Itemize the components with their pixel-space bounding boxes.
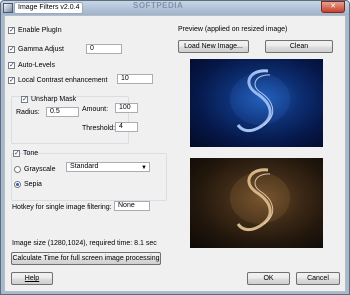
local-contrast-input[interactable]: 10 [117,74,153,84]
enable-plugin-label: Enable PlugIn [18,27,62,34]
sepia-radio[interactable] [14,181,21,188]
radius-label: Radius: [16,109,40,116]
tone-checkbox[interactable]: ✓ [13,150,20,157]
preview-original-image [190,59,323,147]
gamma-adjust-checkbox[interactable]: ✓ [8,46,15,53]
grayscale-label: Grayscale [24,166,56,173]
swirl-graphic [230,69,290,133]
threshold-label: Threshold: [82,125,116,132]
local-contrast-label: Local Contrast enhancement [18,77,108,84]
amount-label: Amount: [82,106,109,113]
ok-button[interactable]: OK [247,272,290,285]
clean-button[interactable]: Clean [265,40,333,53]
enable-plugin-checkbox[interactable]: ✓ [8,27,15,34]
image-filters-window: Image Filters v2.0.4 SOFTPEDIA ✕ ✓ Enabl… [0,0,350,295]
ok-button-label: OK [263,275,274,282]
tone-mode-select[interactable]: Standard ▼ [66,162,150,172]
tone-group [11,153,167,201]
status-text: Image size (1280,1024), required time: 8… [12,240,157,247]
dialog-client: ✓ Enable PlugIn ✓ Gamma Adjust 0 ✓ Auto-… [4,15,346,292]
local-contrast-checkbox[interactable]: ✓ [8,77,15,84]
grayscale-radio[interactable] [14,166,21,173]
help-button-label: Help [24,275,40,282]
threshold-input[interactable]: 4 [115,122,138,132]
amount-input[interactable]: 100 [115,103,138,113]
preview-label: Preview (applied on resized image) [178,26,288,33]
load-new-image-label: Load New Image... [184,43,243,50]
tone-mode-value: Standard [70,163,99,170]
window-title: Image Filters v2.0.4 [14,2,84,14]
auto-levels-label: Auto-Levels [18,62,55,69]
chevron-down-icon: ▼ [141,165,147,171]
auto-levels-checkbox[interactable]: ✓ [8,62,15,69]
watermark: SOFTPEDIA [133,1,184,10]
swirl-graphic-sepia [230,168,290,232]
unsharp-mask-label: Unsharp Mask [31,96,77,103]
load-new-image-button[interactable]: Load New Image... [178,40,249,53]
calculate-time-button[interactable]: Calculate Time for full screen image pro… [11,252,161,265]
radius-input[interactable]: 0.5 [46,107,79,117]
unsharp-mask-checkbox[interactable]: ✓ [21,96,28,103]
gamma-adjust-label: Gamma Adjust [18,46,64,53]
sepia-label: Sepia [24,181,42,188]
close-icon[interactable]: ✕ [321,1,345,13]
title-bar[interactable]: Image Filters v2.0.4 SOFTPEDIA ✕ [1,1,349,15]
preview-filtered-image [190,158,323,248]
help-button[interactable]: Help [11,272,53,285]
gamma-adjust-input[interactable]: 0 [86,44,122,54]
app-icon [3,3,13,13]
hotkey-input[interactable]: None [114,201,150,211]
cancel-button[interactable]: Cancel [296,272,340,285]
tone-label: Tone [23,150,39,157]
hotkey-label: Hotkey for single image filtering: [12,204,112,211]
